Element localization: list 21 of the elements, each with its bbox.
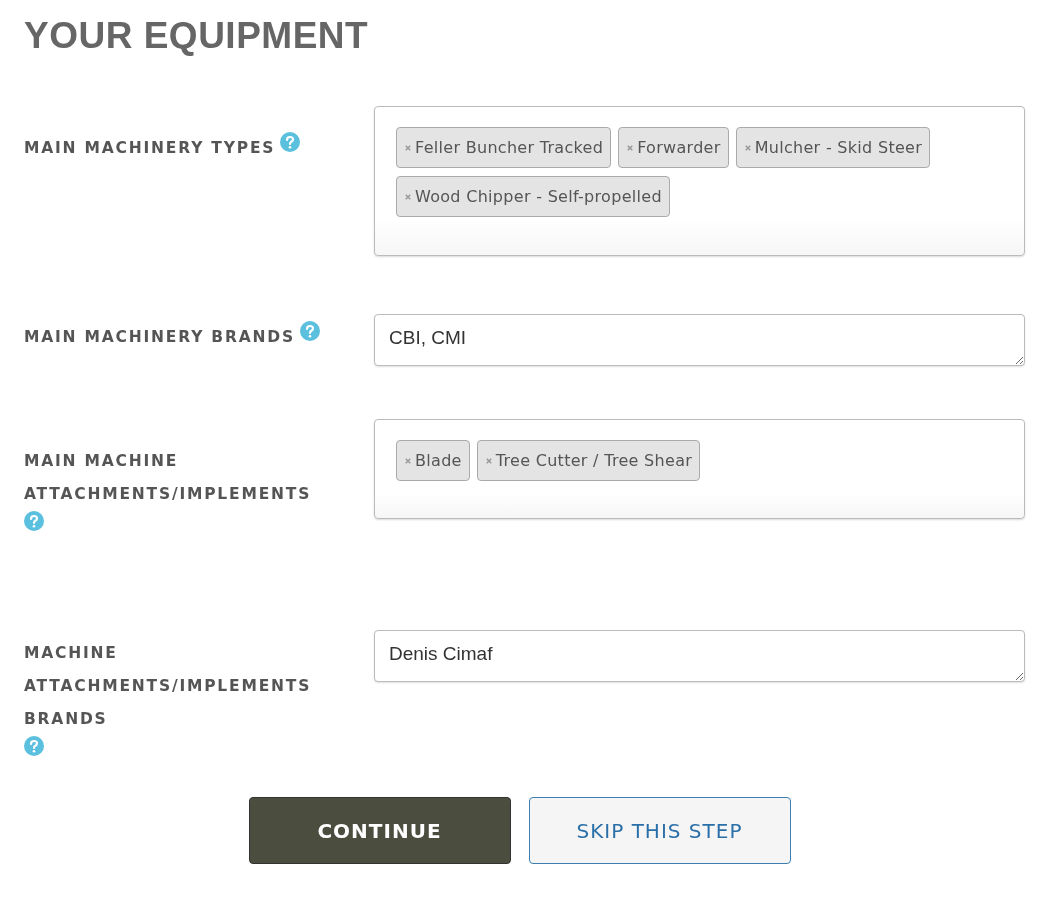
remove-icon[interactable] — [405, 457, 411, 464]
field-label: MAIN MACHINERY TYPES — [24, 138, 276, 159]
remove-icon[interactable] — [405, 193, 411, 200]
field-label: MACHINE ATTACHMENTS/IMPLEMENTS BRANDS — [24, 643, 313, 730]
continue-button[interactable]: CONTINUE — [248, 797, 511, 864]
page-title: YOUR EQUIPMENT — [24, 14, 369, 58]
help-icon[interactable] — [300, 321, 320, 341]
help-icon[interactable] — [24, 736, 44, 756]
help-icon[interactable] — [280, 132, 301, 152]
help-icon[interactable] — [24, 511, 44, 531]
remove-icon[interactable] — [405, 144, 411, 151]
input-field[interactable]: CBI, CMI — [374, 314, 1025, 366]
remove-icon[interactable] — [485, 457, 492, 464]
skip-button[interactable]: SKIP THIS STEP — [528, 797, 791, 864]
field-label: MAIN MACHINE ATTACHMENTS/IMPLEMENTS — [24, 451, 313, 505]
remove-icon[interactable] — [627, 144, 634, 151]
remove-icon[interactable] — [744, 144, 751, 151]
multi-select-field[interactable]: Feller Buncher Tracked Forwarder Mulcher - Skid Steer Wood Chipper - Self-propelled — [374, 106, 1025, 256]
input-field[interactable]: Denis Cimaf — [374, 630, 1025, 682]
multi-select-field[interactable]: Blade Tree Cutter / Tree Shear — [374, 419, 1025, 519]
field-label: MAIN MACHINERY BRANDS — [24, 327, 295, 348]
